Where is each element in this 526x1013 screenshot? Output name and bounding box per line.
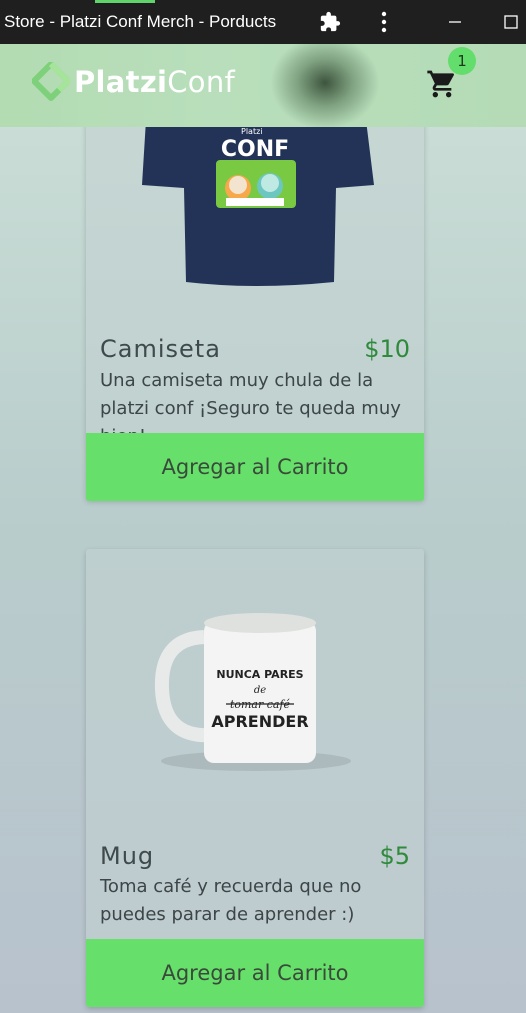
logo-text: PlatziConf xyxy=(74,65,236,99)
minimize-icon[interactable] xyxy=(440,0,470,44)
header-shadow xyxy=(270,44,380,127)
maximize-icon[interactable] xyxy=(496,0,526,44)
product-name: Camiseta xyxy=(100,335,221,363)
site-header: PlatziConf 1 xyxy=(0,44,526,127)
tshirt-brand-text: Platzi xyxy=(241,127,263,136)
add-to-cart-button[interactable]: Agregar al Carrito xyxy=(86,939,424,1007)
title-accent-line xyxy=(95,0,155,3)
platzi-conf-logo[interactable]: PlatziConf xyxy=(32,62,235,102)
mug-text-line-2: de xyxy=(254,685,266,696)
product-card: NUNCA PARES de tomar café APRENDER Mug $… xyxy=(86,549,424,1007)
puzzle-extension-icon[interactable] xyxy=(314,0,346,44)
product-description: Toma café y recuerda que no puedes parar… xyxy=(100,876,362,925)
window-title-bar: Store - Platzi Conf Merch - Porducts xyxy=(0,0,526,44)
tshirt-conf-text: CONF xyxy=(221,137,289,162)
window-title: Store - Platzi Conf Merch - Porducts xyxy=(4,12,277,31)
mug-text-line-1: NUNCA PARES xyxy=(216,668,303,681)
product-card: Platzi CONF Camiseta $10 Una camiseta mu… xyxy=(86,90,424,501)
product-price: $10 xyxy=(364,335,410,363)
cart-count-badge: 1 xyxy=(448,47,476,75)
product-image-mug: NUNCA PARES de tomar café APRENDER xyxy=(86,549,424,813)
add-to-cart-button[interactable]: Agregar al Carrito xyxy=(86,433,424,501)
more-vertical-icon[interactable] xyxy=(370,0,398,44)
product-price: $5 xyxy=(379,842,410,870)
product-name: Mug xyxy=(100,842,155,870)
mug-text-line-4: APRENDER xyxy=(211,712,308,731)
platzi-logo-icon xyxy=(32,62,70,101)
